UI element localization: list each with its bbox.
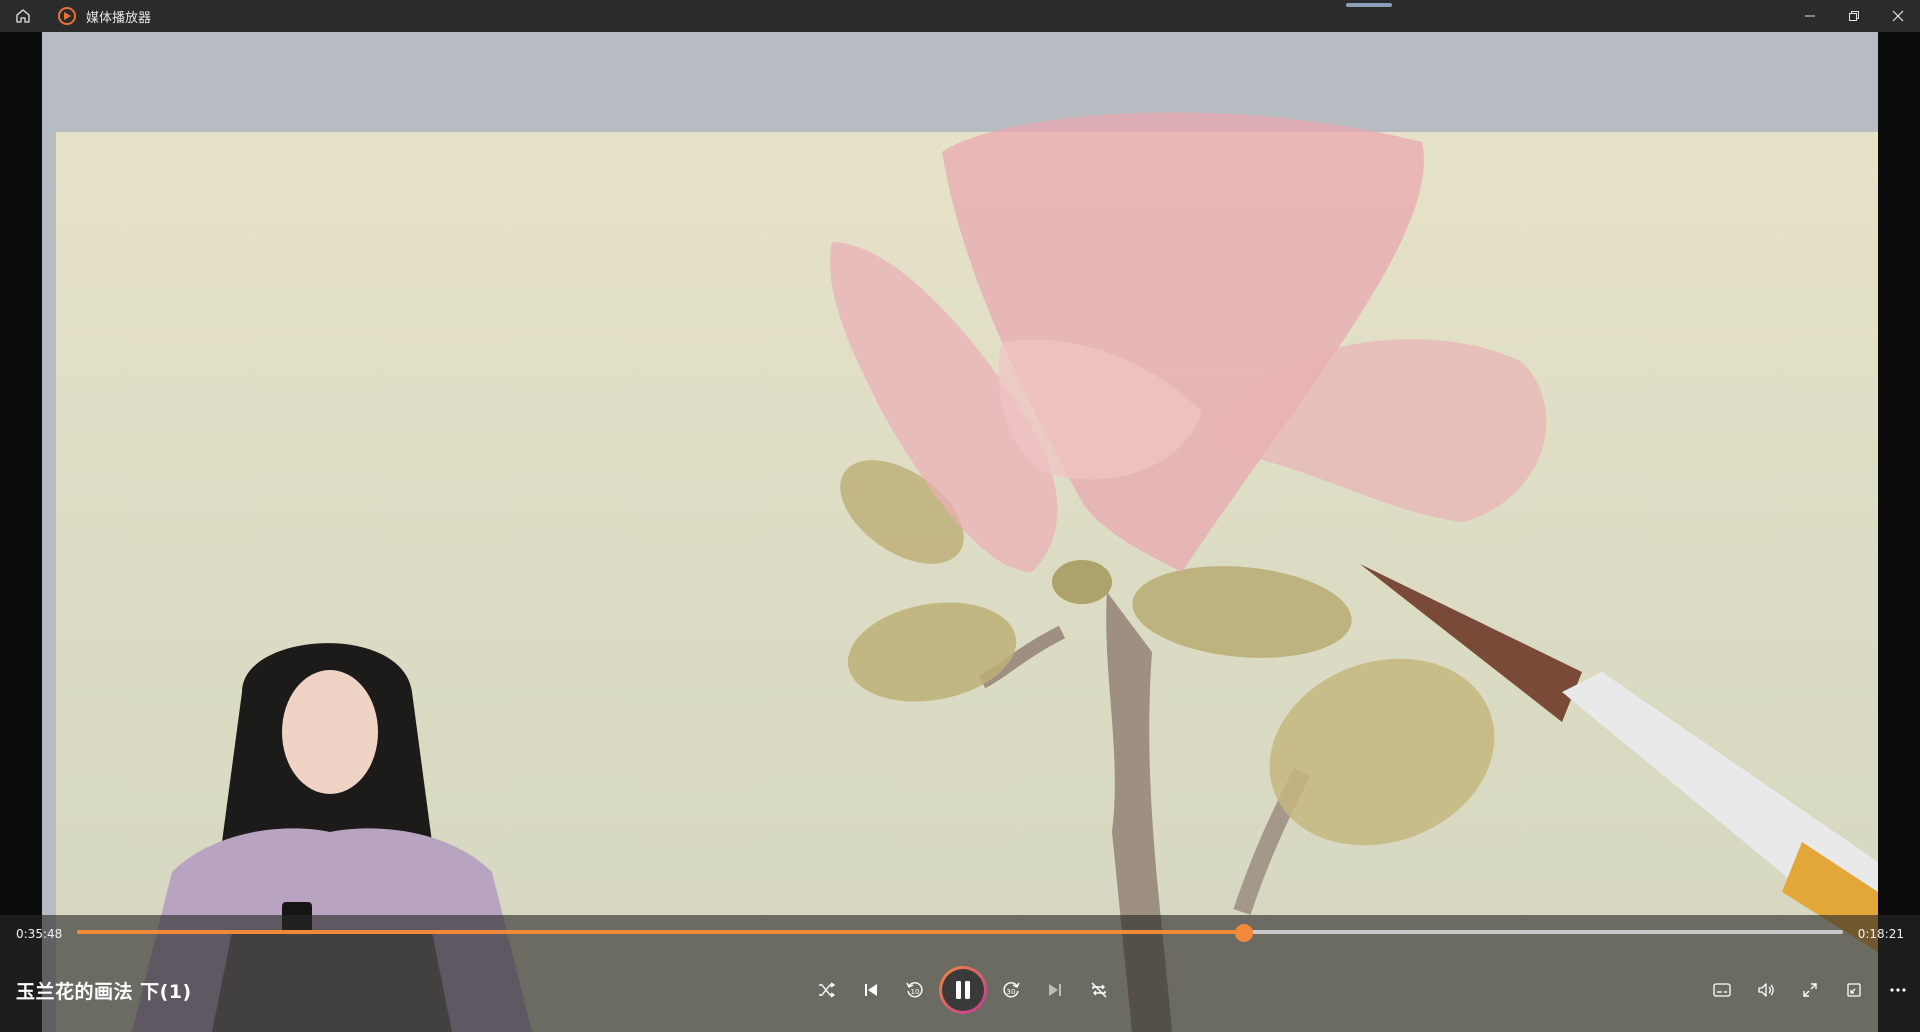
mini-player-button[interactable]: [1832, 968, 1876, 1012]
mini-player-icon: [1847, 983, 1861, 997]
restore-icon: [1849, 11, 1859, 21]
remaining-time: 0:18:21: [1857, 927, 1904, 941]
home-icon: [16, 9, 30, 23]
media-player-icon: [58, 7, 76, 25]
rewind-10-icon: 10: [906, 982, 923, 998]
letterbox-right: [1878, 32, 1920, 1032]
next-icon: [1049, 984, 1061, 996]
more-button[interactable]: [1876, 968, 1920, 1012]
subtitles-icon: [1713, 983, 1731, 997]
video-frame[interactable]: [42, 32, 1878, 1032]
restore-button[interactable]: [1832, 0, 1876, 32]
forward-30-button[interactable]: 30: [989, 968, 1033, 1012]
seek-bar[interactable]: [77, 924, 1843, 942]
seek-thumb[interactable]: [1234, 924, 1253, 942]
close-icon: [1892, 10, 1904, 22]
drag-handle[interactable]: [1346, 3, 1392, 7]
volume-icon: [1758, 983, 1774, 997]
elapsed-time: 0:35:48: [16, 927, 63, 941]
more-icon: [1890, 988, 1906, 992]
letterbox-left: [0, 32, 42, 1032]
minimize-icon: [1805, 15, 1815, 17]
shuffle-button[interactable]: [805, 968, 849, 1012]
window-controls: [1788, 0, 1920, 32]
title-bar: 媒体播放器: [0, 0, 1920, 32]
app-title: 媒体播放器: [86, 10, 152, 26]
shuffle-icon: [819, 982, 835, 998]
previous-icon: [865, 984, 877, 996]
repeat-button[interactable]: [1077, 968, 1121, 1012]
secondary-controls: [1700, 968, 1920, 1012]
pause-button[interactable]: [939, 966, 987, 1014]
fullscreen-button[interactable]: [1788, 968, 1832, 1012]
close-button[interactable]: [1876, 0, 1920, 32]
home-button[interactable]: [0, 0, 46, 32]
forward-label: 30: [1007, 988, 1016, 996]
rewind-label: 10: [911, 988, 920, 996]
forward-30-icon: 30: [1003, 982, 1020, 998]
fullscreen-icon: [1803, 983, 1817, 997]
previous-button[interactable]: [849, 968, 893, 1012]
video-title: 玉兰花的画法 下(1): [16, 981, 192, 1003]
next-button[interactable]: [1033, 968, 1077, 1012]
pause-icon: [956, 981, 970, 999]
volume-button[interactable]: [1744, 968, 1788, 1012]
seek-bar-progress: [77, 930, 1243, 934]
subtitles-button[interactable]: [1700, 968, 1744, 1012]
playback-controls: 10 30: [805, 966, 1121, 1014]
repeat-off-icon: [1091, 982, 1107, 998]
rewind-10-button[interactable]: 10: [893, 968, 937, 1012]
minimize-button[interactable]: [1788, 0, 1832, 32]
